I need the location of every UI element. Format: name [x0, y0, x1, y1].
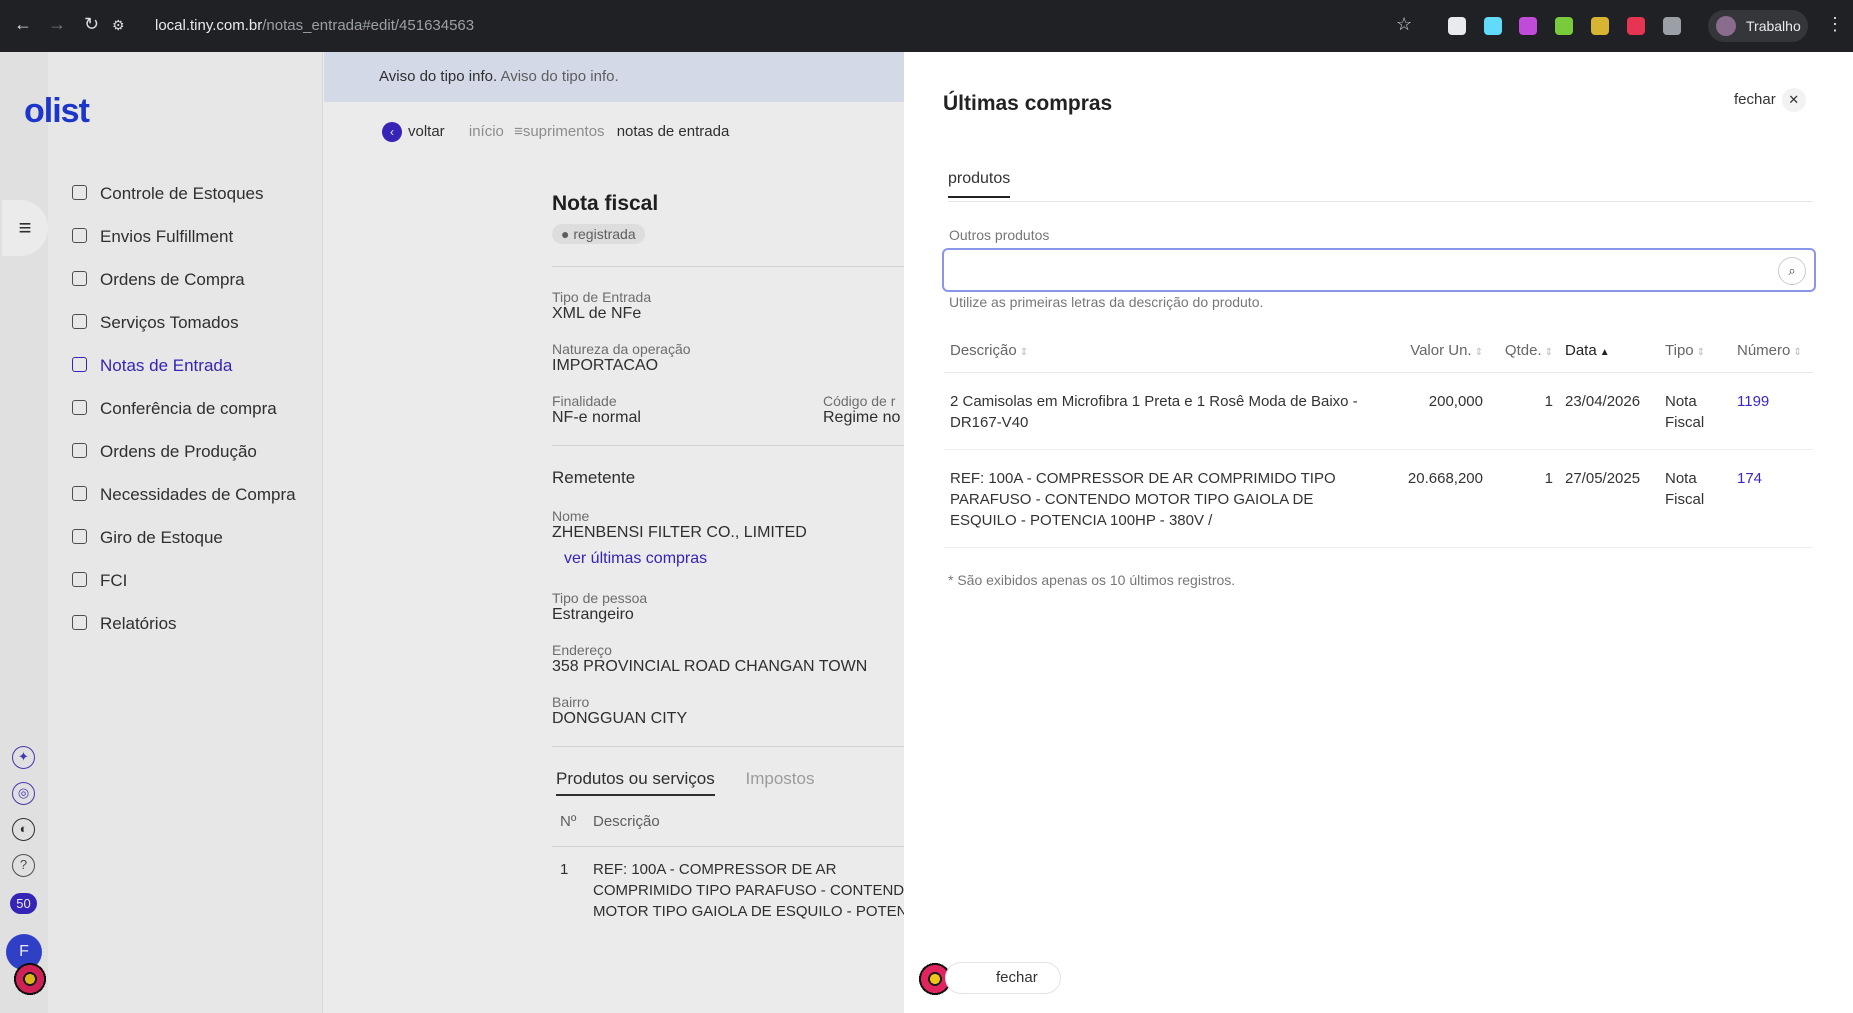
outros-produtos-search-input[interactable]: ⌕: [942, 248, 1816, 292]
table-row[interactable]: REF: 100A - COMPRESSOR DE AR COMPRIMIDO …: [944, 449, 1813, 548]
col-valor-un[interactable]: Valor Un. ⇕: [1389, 330, 1489, 373]
address-bar[interactable]: local.tiny.com.br/notas_entrada#edit/451…: [155, 9, 474, 43]
sort-icon: ⇕: [1793, 347, 1802, 359]
modal-backdrop[interactable]: [0, 52, 904, 1013]
cell-valor: 20.668,200: [1389, 449, 1489, 548]
url-host: local.tiny.com.br: [155, 17, 263, 34]
extension-palette-icon[interactable]: [1591, 17, 1609, 35]
cell-valor: 200,000: [1389, 372, 1489, 450]
close-label: fechar: [1734, 91, 1776, 108]
drawer-footnote: * São exibidos apenas os 10 últimos regi…: [948, 572, 1236, 588]
extensions-puzzle-icon[interactable]: [1663, 17, 1681, 35]
col-label: Número: [1737, 342, 1791, 360]
app-page: Aviso do tipo info. Aviso do tipo info. …: [0, 52, 1853, 1013]
col-label: Descrição: [950, 342, 1017, 360]
ultimas-compras-table: Descrição ⇕ Valor Un. ⇕ Qtde. ⇕ Data ▲ Tipo ⇕…: [944, 330, 1813, 548]
url-path: /notas_entrada#edit/451634563: [262, 17, 475, 34]
extension-pen-icon[interactable]: [1448, 17, 1466, 35]
cell-qtde: 1: [1489, 449, 1559, 548]
sort-ascending-icon: ▲: [1599, 347, 1610, 359]
bookmark-star-icon[interactable]: ☆: [1396, 14, 1412, 35]
cell-descricao: 2 Camisolas em Microfibra 1 Preta e 1 Ro…: [944, 372, 1389, 450]
col-label: Qtde.: [1504, 342, 1542, 360]
browser-toolbar: ← → ↻ ⚙ local.tiny.com.br/notas_entrada#…: [0, 0, 1853, 52]
col-numero[interactable]: Número ⇕: [1731, 330, 1813, 373]
cell-numero-link[interactable]: 1199: [1731, 372, 1813, 450]
table-row[interactable]: 2 Camisolas em Microfibra 1 Preta e 1 Ro…: [944, 372, 1813, 450]
col-label: Tipo: [1665, 342, 1694, 360]
tab-produtos[interactable]: produtos: [948, 170, 1011, 198]
search-hint: Utilize as primeiras letras da descrição…: [949, 294, 1264, 310]
sort-icon: ⇕: [1474, 347, 1483, 359]
col-label: Valor Un.: [1410, 342, 1472, 360]
cell-descricao: REF: 100A - COMPRESSOR DE AR COMPRIMIDO …: [944, 449, 1389, 548]
fechar-label: fechar: [996, 969, 1038, 986]
ultimas-compras-drawer: Últimas compras fechar ✕ produtos Outros …: [904, 52, 1853, 1013]
cell-qtde: 1: [1489, 372, 1559, 450]
site-info-icon[interactable]: ⚙: [112, 17, 125, 34]
bottom-fechar-button[interactable]: fechar: [945, 962, 1061, 994]
drawer-tabs: produtos: [948, 170, 1813, 202]
profile-chip[interactable]: Trabalho: [1708, 10, 1808, 42]
cell-data: 27/05/2025: [1559, 449, 1659, 548]
sort-icon: ⇕: [1696, 347, 1706, 359]
extension-react-icon[interactable]: [1484, 17, 1502, 35]
col-data[interactable]: Data ▲: [1559, 330, 1659, 373]
profile-avatar: [1716, 16, 1736, 36]
back-arrow-icon[interactable]: ←: [14, 14, 32, 35]
col-tipo[interactable]: Tipo ⇕: [1659, 330, 1731, 373]
forward-arrow-icon[interactable]: →: [48, 14, 66, 35]
cell-numero-link[interactable]: 174: [1731, 449, 1813, 548]
sort-icon: ⇕: [1019, 347, 1029, 359]
drawer-close-button[interactable]: fechar ✕: [1734, 88, 1806, 112]
col-qtde[interactable]: Qtde. ⇕: [1489, 330, 1559, 373]
browser-menu-icon[interactable]: ⋮: [1826, 14, 1844, 35]
col-label: Data: [1565, 342, 1597, 360]
cell-data: 23/04/2026: [1559, 372, 1659, 450]
drawer-title: Últimas compras: [943, 92, 1113, 115]
sort-icon: ⇕: [1544, 347, 1553, 359]
profile-name: Trabalho: [1746, 18, 1801, 34]
cell-tipo: Nota Fiscal: [1659, 449, 1731, 548]
reload-icon[interactable]: ↻: [84, 14, 99, 35]
extension-stack-icon[interactable]: [1555, 17, 1573, 35]
search-icon[interactable]: ⌕: [1778, 257, 1806, 285]
cell-tipo: Nota Fiscal: [1659, 372, 1731, 450]
extension-shuffle-icon[interactable]: [1627, 17, 1645, 35]
extension-brush-icon[interactable]: [1519, 17, 1537, 35]
close-icon: ✕: [1781, 88, 1806, 112]
col-descricao[interactable]: Descrição ⇕: [944, 330, 1389, 373]
outros-produtos-label: Outros produtos: [949, 227, 1050, 243]
